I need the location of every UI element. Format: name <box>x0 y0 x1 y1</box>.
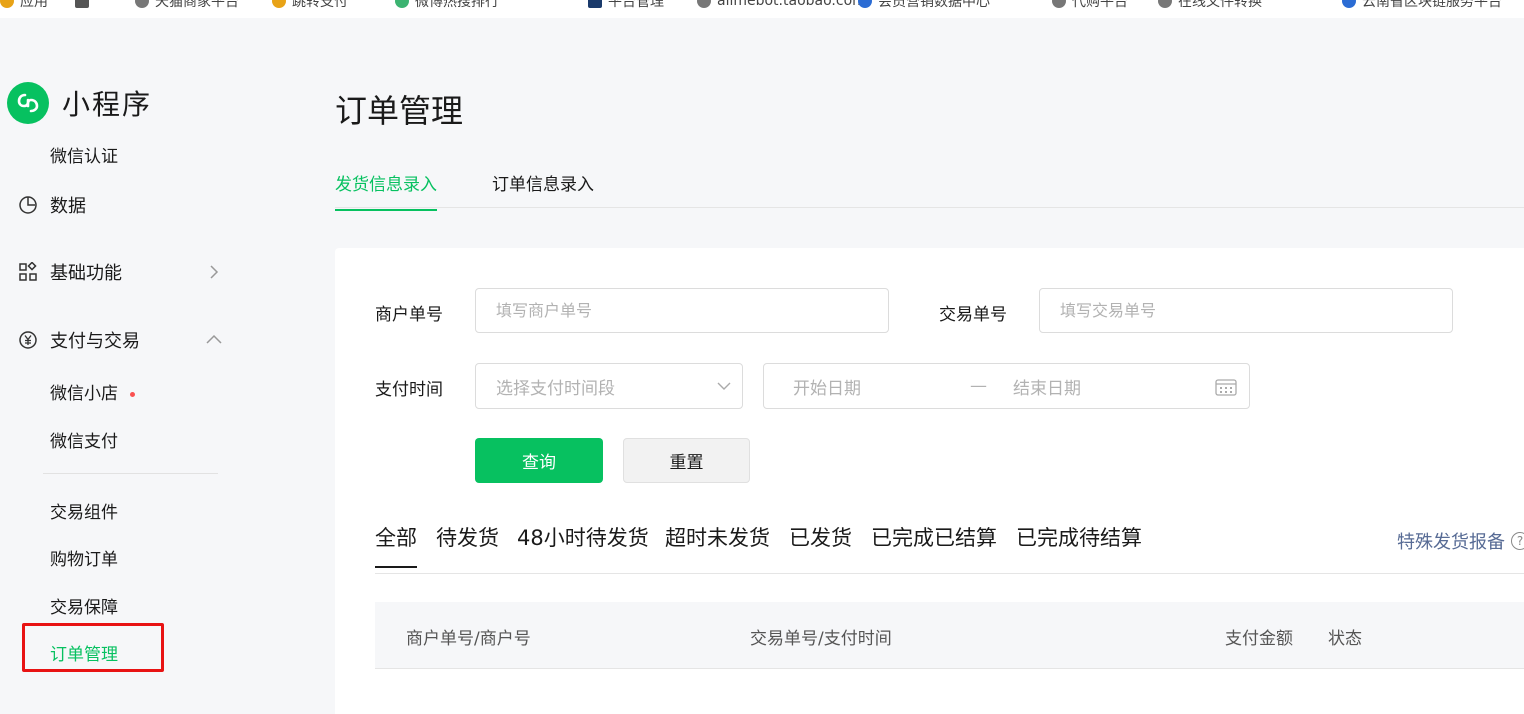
end-date-input[interactable]: 结束日期 <box>1013 374 1081 399</box>
bookmark-item[interactable]: 在线文件转换 <box>1158 0 1262 10</box>
pay-time-label: 支付时间 <box>375 380 443 400</box>
chevron-right-icon <box>205 263 223 281</box>
status-tab-overdue[interactable]: 超时未发货 <box>665 522 770 566</box>
help-icon[interactable]: ? <box>1511 532 1524 550</box>
special-shipping-report-link[interactable]: 特殊发货报备 ? <box>1397 528 1524 554</box>
pay-time-select[interactable]: 选择支付时间段 <box>475 363 743 409</box>
tab-shipping-info-entry[interactable]: 发货信息录入 <box>335 170 437 211</box>
order-status-tabs: 全部 待发货 48小时待发货 超时未发货 已发货 已完成已结算 已完成待结算 <box>375 520 1524 574</box>
bookmark-item[interactable]: 会员营销数据中心 <box>858 0 990 10</box>
bookmarks-bar: 应用 天猫商家平台 跳转支付 微博热搜排行 平台管理 alimebot.taob… <box>0 0 1524 18</box>
query-button[interactable]: 查询 <box>475 438 603 483</box>
tab-bar: 发货信息录入 订单信息录入 <box>335 150 1524 211</box>
chevron-up-icon <box>205 331 223 349</box>
sidebar-item-label: 基础功能 <box>50 263 122 284</box>
pie-chart-icon <box>18 195 38 215</box>
sidebar-item-wechat-pay[interactable]: 微信支付 <box>50 427 118 452</box>
bookmark-item[interactable]: 跳转支付 <box>272 0 348 10</box>
status-tab-shipped[interactable]: 已发货 <box>789 522 852 566</box>
sidebar-item-label: 支付与交易 <box>50 331 140 352</box>
app-logo[interactable]: 小程序 <box>7 82 152 124</box>
status-tab-all[interactable]: 全部 <box>375 522 417 568</box>
column-header-status: 状态 <box>1328 629 1362 649</box>
bookmark-item[interactable]: alimebot.taobao.com <box>697 0 866 10</box>
tab-order-info-entry[interactable]: 订单信息录入 <box>492 170 594 209</box>
bookmark-item[interactable] <box>75 0 89 10</box>
sidebar-item-shopping-orders[interactable]: 购物订单 <box>50 545 118 570</box>
reset-button[interactable]: 重置 <box>623 438 750 483</box>
bookmark-item[interactable]: 微博热搜排行 <box>395 0 499 10</box>
sidebar-item-trade-component[interactable]: 交易组件 <box>50 498 118 523</box>
annotation-highlight-box <box>22 623 164 672</box>
chevron-down-icon <box>716 378 732 394</box>
report-link-label: 特殊发货报备 <box>1397 532 1505 553</box>
sidebar-item-basic-functions[interactable]: 基础功能 <box>0 259 250 285</box>
sidebar-item-label: 微信小店 <box>50 384 118 404</box>
sidebar-item-label: 数据 <box>50 196 86 217</box>
notification-dot <box>130 391 135 397</box>
pay-time-select-value: 选择支付时间段 <box>496 378 615 399</box>
merchant-no-label: 商户单号 <box>375 305 443 325</box>
sidebar-item-payment-trade[interactable]: 支付与交易 <box>0 327 250 353</box>
page-root: 应用 天猫商家平台 跳转支付 微博热搜排行 平台管理 alimebot.taob… <box>0 0 1524 714</box>
order-table-header: 商户单号/商户号 交易单号/支付时间 支付金额 状态 <box>375 602 1524 669</box>
bookmark-item[interactable]: 应用 <box>0 0 48 10</box>
app-name: 小程序 <box>62 88 153 121</box>
miniprogram-logo-icon <box>7 82 49 124</box>
sidebar-item-wechat-verify[interactable]: 微信认证 <box>50 142 118 167</box>
calendar-icon <box>1215 378 1237 400</box>
bookmark-item[interactable]: 代购平台 <box>1052 0 1128 10</box>
order-search-card: 商户单号 交易单号 支付时间 选择支付时间段 开始日期 — 结束日期 查询 重置… <box>335 248 1524 714</box>
date-separator: — <box>970 376 987 396</box>
column-header-merchant: 商户单号/商户号 <box>406 629 531 649</box>
column-header-amount: 支付金额 <box>1225 629 1293 649</box>
date-range-picker[interactable]: 开始日期 — 结束日期 <box>763 363 1250 409</box>
sidebar-item-trade-guarantee[interactable]: 交易保障 <box>50 593 118 618</box>
bookmark-item[interactable]: 云南省区块链服务平台 <box>1342 0 1502 10</box>
status-tab-completed-unsettled[interactable]: 已完成待结算 <box>1016 522 1142 566</box>
sidebar: 小程序 微信认证 数据 基础功能 支付与交易 微信小店 微信支付 交易组件 购物… <box>0 18 265 714</box>
start-date-input[interactable]: 开始日期 <box>793 374 861 399</box>
status-tab-to-ship[interactable]: 待发货 <box>436 522 499 566</box>
merchant-no-input[interactable] <box>475 288 889 333</box>
status-tab-48h-to-ship[interactable]: 48小时待发货 <box>517 522 649 566</box>
bookmark-item[interactable]: 天猫商家平台 <box>135 0 239 10</box>
bookmark-item[interactable]: 平台管理 <box>588 0 664 10</box>
sidebar-divider <box>43 473 218 474</box>
trade-no-input[interactable] <box>1039 288 1453 333</box>
yuan-icon <box>18 330 38 350</box>
sidebar-item-wechat-shop[interactable]: 微信小店 <box>50 379 135 404</box>
sidebar-item-data[interactable]: 数据 <box>0 192 250 218</box>
status-tab-completed-settled[interactable]: 已完成已结算 <box>871 522 997 566</box>
grid-icon <box>18 262 38 282</box>
trade-no-label: 交易单号 <box>939 305 1007 325</box>
column-header-trade: 交易单号/支付时间 <box>750 629 892 649</box>
page-title: 订单管理 <box>335 92 464 130</box>
